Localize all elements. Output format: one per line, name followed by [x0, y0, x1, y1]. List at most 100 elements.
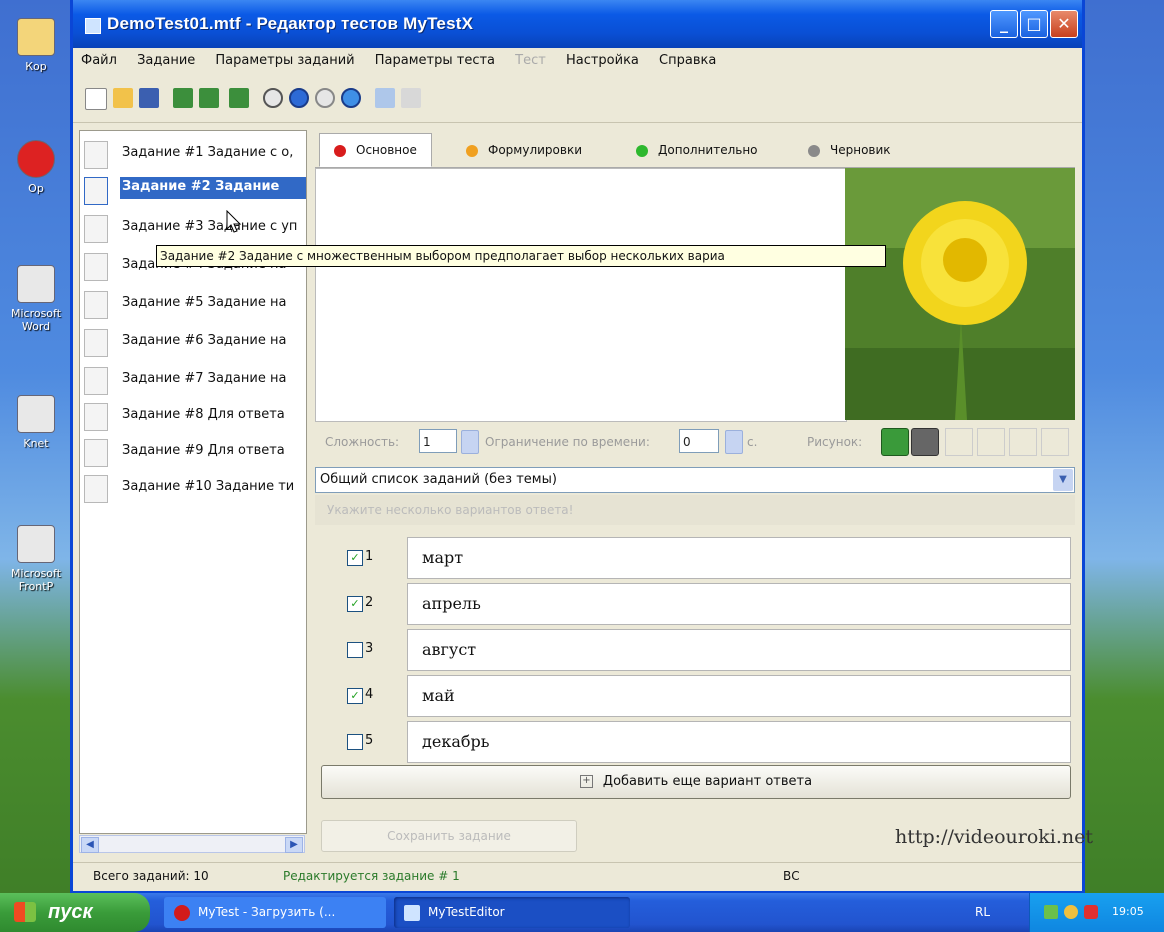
delete-task-icon[interactable]	[199, 88, 219, 108]
time-limit-input[interactable]: 0	[679, 429, 719, 453]
picture-tool-slot[interactable]	[1041, 428, 1069, 456]
desktop-icon-2[interactable]: Op	[0, 140, 72, 195]
menu-task[interactable]: Задание	[129, 48, 203, 68]
add-task-icon[interactable]	[173, 88, 193, 108]
scroll-right-icon[interactable]: ▶	[285, 837, 303, 853]
topic-select[interactable]: Общий список заданий (без темы) ▼	[315, 467, 1075, 493]
answer-field[interactable]: август	[407, 629, 1071, 671]
paste-icon[interactable]	[401, 88, 421, 108]
task-item[interactable]: Задание #5 Задание на	[80, 285, 306, 321]
task-item[interactable]: Задание #1 Задание с о,	[80, 135, 306, 171]
answer-checkbox[interactable]: ✓	[347, 596, 363, 612]
answer-row: 3 август	[315, 626, 1075, 672]
app-icon	[17, 395, 55, 433]
task-item[interactable]: Задание #9 Для ответа	[80, 433, 306, 469]
tab-draft[interactable]: Черновик	[793, 133, 906, 167]
open-folder-icon[interactable]	[113, 88, 133, 108]
task-properties: Сложность: 1 Ограничение по времени: 0 с…	[315, 422, 1075, 462]
answer-field[interactable]: апрель	[407, 583, 1071, 625]
maximize-button[interactable]: □	[1020, 10, 1048, 38]
menu-test-params[interactable]: Параметры теста	[367, 48, 503, 68]
answer-field[interactable]: декабрь	[407, 721, 1071, 763]
task-item[interactable]: Задание #8 Для ответа	[80, 397, 306, 433]
toolbar	[73, 76, 1082, 123]
task-item[interactable]: Задание #7 Задание на	[80, 361, 306, 397]
word-icon	[17, 265, 55, 303]
language-indicator[interactable]: RL	[975, 905, 990, 919]
time-limit-label: Ограничение по времени:	[485, 435, 650, 449]
move-down-icon[interactable]	[289, 88, 309, 108]
add-answer-button[interactable]: + Добавить еще вариант ответа	[321, 765, 1071, 799]
scroll-left-icon[interactable]: ◀	[81, 837, 99, 853]
camera-icon[interactable]	[911, 428, 939, 456]
minimize-button[interactable]: _	[990, 10, 1018, 38]
start-button[interactable]: пуск	[0, 893, 150, 932]
watermark: http://videouroki.net	[895, 826, 1094, 848]
task-item[interactable]: Задание #10 Задание ти	[80, 469, 306, 505]
answer-number: 2	[365, 595, 374, 610]
copy-icon[interactable]	[375, 88, 395, 108]
picture-tool-slot[interactable]	[945, 428, 973, 456]
menu-settings[interactable]: Настройка	[558, 48, 647, 68]
chevron-down-icon[interactable]: ▼	[1053, 469, 1073, 491]
difficulty-input[interactable]: 1	[419, 429, 457, 453]
task-type-icon	[84, 367, 108, 395]
security-icon[interactable]	[1084, 905, 1098, 919]
close-button[interactable]: ✕	[1050, 10, 1078, 38]
answer-checkbox[interactable]	[347, 734, 363, 750]
orange-dot-icon	[466, 144, 478, 157]
answer-number: 5	[365, 733, 374, 748]
update-icon[interactable]	[1064, 905, 1078, 919]
menu-help[interactable]: Справка	[651, 48, 724, 68]
tab-label: Основное	[356, 143, 417, 157]
status-mode: ВС	[783, 869, 800, 883]
tab-formulations[interactable]: Формулировки	[451, 133, 597, 167]
save-task-button[interactable]: Сохранить задание	[321, 820, 577, 852]
menu-task-params[interactable]: Параметры заданий	[207, 48, 362, 68]
desktop-icon-4[interactable]: Knet	[0, 395, 72, 450]
time-limit-spinner[interactable]	[725, 430, 743, 454]
network-icon[interactable]	[1044, 905, 1058, 919]
taskbar-button-mytest[interactable]: MyTest - Загрузить (...	[164, 897, 386, 928]
picture-label: Рисунок:	[807, 435, 863, 449]
desktop-icon-label: Кор	[25, 60, 47, 73]
frontpage-icon	[17, 525, 55, 563]
task-label: Задание #10 Задание ти	[122, 479, 295, 494]
desktop-icon-label: Knet	[23, 437, 49, 450]
move-first-icon[interactable]	[315, 88, 335, 108]
task-list-scrollbar[interactable]: ◀ ▶	[79, 835, 305, 853]
difficulty-spinner[interactable]	[461, 430, 479, 454]
task-icon[interactable]	[229, 88, 249, 108]
topic-select-value: Общий список заданий (без темы)	[320, 472, 557, 487]
question-text-area[interactable]	[315, 168, 847, 422]
desktop-icon-3[interactable]: Microsoft Word	[0, 265, 72, 333]
menu-file[interactable]: Файл	[73, 48, 125, 68]
taskbar-button-label: MyTest - Загрузить (...	[198, 905, 336, 919]
taskbar-button-editor[interactable]: MyTestEditor	[394, 897, 630, 928]
task-item[interactable]: Задание #3 Задание с уп	[80, 209, 306, 245]
task-item[interactable]: Задание #2 Задание	[80, 171, 306, 207]
task-item[interactable]: Задание #6 Задание на	[80, 323, 306, 359]
plus-icon: +	[579, 775, 593, 788]
tab-main[interactable]: Основное	[319, 133, 432, 167]
answer-field[interactable]: май	[407, 675, 1071, 717]
move-up-icon[interactable]	[263, 88, 283, 108]
save-icon[interactable]	[139, 88, 159, 108]
menu-test[interactable]: Тест	[507, 48, 554, 68]
picture-tool-slot[interactable]	[1009, 428, 1037, 456]
insert-picture-icon[interactable]	[881, 428, 909, 456]
answer-checkbox[interactable]	[347, 642, 363, 658]
new-file-icon[interactable]	[85, 88, 107, 110]
task-label: Задание #3 Задание с уп	[122, 219, 298, 234]
task-type-icon	[84, 329, 108, 357]
answer-field[interactable]: март	[407, 537, 1071, 579]
move-last-icon[interactable]	[341, 88, 361, 108]
task-label: Задание #8 Для ответа	[122, 407, 285, 422]
desktop-icon-5[interactable]: Microsoft FrontP	[0, 525, 72, 593]
desktop-icon-1[interactable]: Кор	[0, 18, 72, 73]
tab-additional[interactable]: Дополнительно	[621, 133, 773, 167]
picture-tool-slot[interactable]	[977, 428, 1005, 456]
answer-checkbox[interactable]: ✓	[347, 688, 363, 704]
title-bar[interactable]: DemoTest01.mtf - Редактор тестов MyTestX…	[73, 0, 1082, 48]
answer-checkbox[interactable]: ✓	[347, 550, 363, 566]
